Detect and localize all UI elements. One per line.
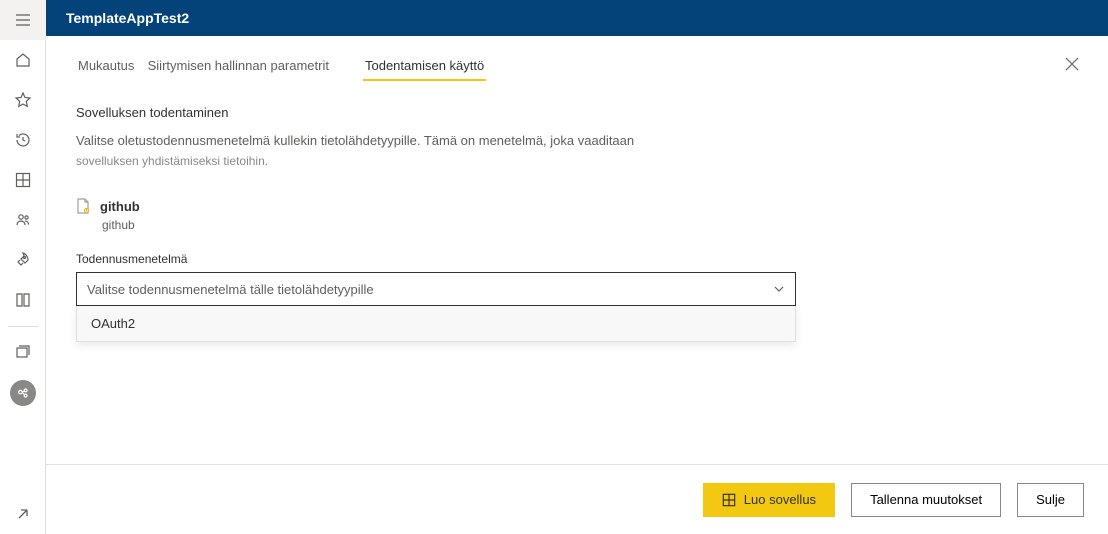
hamburger-icon bbox=[15, 12, 31, 28]
home-icon bbox=[15, 52, 31, 68]
section-desc-line2: sovelluksen yhdistämiseksi tietoihin. bbox=[76, 154, 1078, 168]
nav-workspace-badge[interactable] bbox=[0, 373, 46, 413]
nav-recent[interactable] bbox=[0, 120, 46, 160]
close-icon bbox=[1065, 57, 1079, 71]
nav-deployment[interactable] bbox=[0, 240, 46, 280]
datasource-icon bbox=[76, 198, 90, 214]
dialog-footer: Luo sovellus Tallenna muutokset Sulje bbox=[46, 464, 1108, 534]
close-button[interactable] bbox=[1060, 52, 1084, 76]
apps-icon bbox=[15, 172, 31, 188]
nav-hamburger[interactable] bbox=[0, 0, 46, 40]
nav-favorites[interactable] bbox=[0, 80, 46, 120]
stack-icon bbox=[15, 345, 31, 361]
clock-icon bbox=[15, 132, 31, 148]
nav-rail bbox=[0, 0, 46, 534]
nav-workspaces[interactable] bbox=[0, 333, 46, 373]
close-dialog-button[interactable]: Sulje bbox=[1017, 483, 1084, 517]
app-title: TemplateAppTest2 bbox=[66, 10, 189, 26]
section-desc-line1: Valitse oletustodennusmenetelmä kullekin… bbox=[76, 132, 1078, 150]
nav-home[interactable] bbox=[0, 40, 46, 80]
tabs-bar: Mukautus Siirtymisen hallinnan parametri… bbox=[46, 36, 1108, 81]
section-title: Sovelluksen todentaminen bbox=[76, 105, 1078, 120]
nav-external[interactable] bbox=[0, 494, 46, 534]
nav-apps[interactable] bbox=[0, 160, 46, 200]
rocket-icon bbox=[15, 252, 31, 268]
nav-divider bbox=[8, 326, 38, 327]
star-icon bbox=[15, 92, 31, 108]
create-app-icon bbox=[722, 493, 736, 507]
book-icon bbox=[15, 292, 31, 308]
select-placeholder: Valitse todennusmenetelmä tälle tietoläh… bbox=[87, 282, 374, 297]
datasource-name: github bbox=[100, 199, 140, 214]
auth-option-oauth2[interactable]: OAuth2 bbox=[77, 306, 795, 341]
save-changes-button[interactable]: Tallenna muutokset bbox=[851, 483, 1001, 517]
datasource-sub: github bbox=[102, 218, 1078, 232]
tab-authentication[interactable]: Todentamisen käyttö bbox=[363, 52, 486, 81]
people-icon bbox=[15, 212, 31, 228]
auth-method-select[interactable]: Valitse todennusmenetelmä tälle tietoläh… bbox=[76, 272, 796, 306]
create-app-button[interactable]: Luo sovellus bbox=[703, 483, 835, 517]
app-header: TemplateAppTest2 bbox=[46, 0, 1108, 36]
workspace-badge-icon bbox=[10, 380, 36, 406]
nav-shared[interactable] bbox=[0, 200, 46, 240]
tab-customize[interactable]: Mukautus Siirtymisen hallinnan parametri… bbox=[76, 52, 331, 81]
auth-method-dropdown: OAuth2 bbox=[76, 306, 796, 342]
auth-method-label: Todennusmenetelmä bbox=[76, 252, 1078, 266]
nav-learn[interactable] bbox=[0, 280, 46, 320]
external-icon bbox=[15, 506, 31, 522]
chevron-down-icon bbox=[773, 283, 785, 295]
